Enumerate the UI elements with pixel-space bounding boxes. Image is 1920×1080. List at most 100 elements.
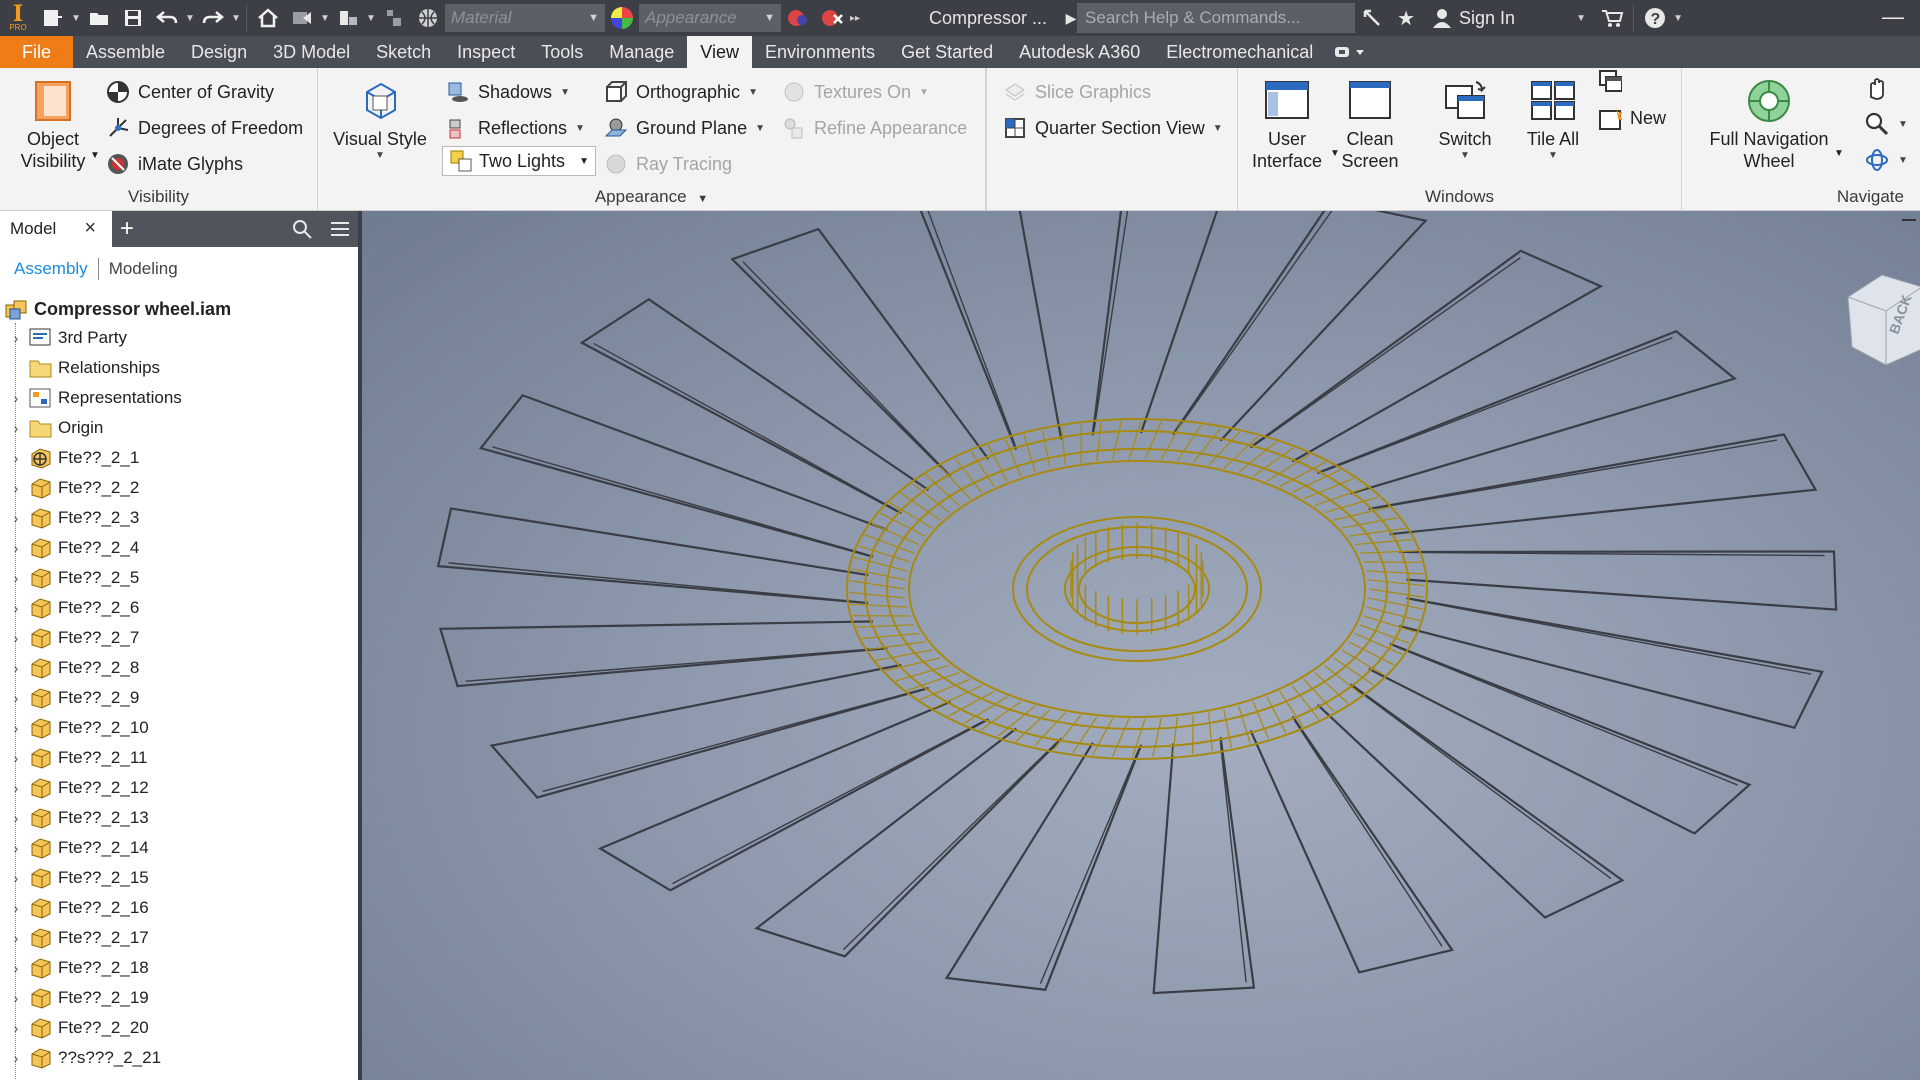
- tab-view[interactable]: View: [687, 36, 752, 68]
- expand-chevron-icon[interactable]: ›: [8, 510, 24, 526]
- help-search-input[interactable]: Search Help & Commands...: [1077, 3, 1356, 33]
- imate-glyphs-button[interactable]: iMate Glyphs: [106, 152, 243, 176]
- tab-autodesk-a360[interactable]: Autodesk A360: [1006, 36, 1153, 68]
- measure-dropdown[interactable]: ▼: [365, 2, 377, 34]
- tab-electromechanical[interactable]: Electromechanical: [1153, 36, 1326, 68]
- shadows-button[interactable]: Shadows ▼: [446, 80, 570, 104]
- new-file-dropdown[interactable]: ▼: [70, 2, 82, 34]
- visual-style-button[interactable]: Visual Style ▼: [332, 78, 428, 162]
- tree-item[interactable]: › Fte??_2_17: [0, 923, 358, 953]
- zoom-button[interactable]: ▼: [1864, 112, 1908, 136]
- degrees-of-freedom-button[interactable]: Degrees of Freedom: [106, 116, 303, 140]
- redo-dropdown[interactable]: ▼: [230, 2, 242, 34]
- orbit-button[interactable]: ▼: [1864, 148, 1908, 172]
- expand-chevron-icon[interactable]: ›: [8, 1020, 24, 1036]
- redo-icon[interactable]: [196, 2, 230, 34]
- ribbon-display-options-icon[interactable]: [1326, 36, 1376, 68]
- expand-chevron-icon[interactable]: ›: [8, 1050, 24, 1066]
- graphics-viewport[interactable]: BACK: [362, 211, 1920, 1080]
- tree-item[interactable]: › Fte??_2_16: [0, 893, 358, 923]
- modeling-view-link[interactable]: Modeling: [109, 259, 178, 279]
- panel-title-appearance[interactable]: Appearance ▼: [318, 187, 985, 207]
- close-icon[interactable]: ×: [84, 217, 96, 240]
- tree-item[interactable]: › Fte??_2_2: [0, 473, 358, 503]
- tree-item[interactable]: Relationships: [0, 353, 358, 383]
- appearance-combo[interactable]: Appearance ▼: [639, 4, 781, 32]
- expand-chevron-icon[interactable]: ›: [8, 750, 24, 766]
- save-icon[interactable]: [116, 2, 150, 34]
- chevron-down-icon[interactable]: ▼: [755, 123, 765, 134]
- tree-item[interactable]: › Fte??_2_10: [0, 713, 358, 743]
- tab-file[interactable]: File: [0, 36, 74, 68]
- clean-screen-button[interactable]: Clean Screen: [1338, 78, 1402, 172]
- object-visibility-button[interactable]: Object Visibility: [10, 78, 96, 172]
- app-logo[interactable]: I PRO: [0, 0, 36, 36]
- switch-button[interactable]: Switch ▼: [1428, 78, 1502, 162]
- viewport-minimize-icon[interactable]: [1902, 219, 1916, 221]
- object-visibility-dropdown[interactable]: ▼: [90, 150, 100, 161]
- expand-chevron-icon[interactable]: ›: [8, 600, 24, 616]
- tree-item[interactable]: › Fte??_2_9: [0, 683, 358, 713]
- tree-item[interactable]: › Fte??_2_3: [0, 503, 358, 533]
- expand-chevron-icon[interactable]: ›: [8, 630, 24, 646]
- expand-chevron-icon[interactable]: ›: [8, 870, 24, 886]
- expand-chevron-icon[interactable]: ›: [8, 780, 24, 796]
- expand-chevron-icon[interactable]: ›: [8, 960, 24, 976]
- chevron-down-icon[interactable]: ▼: [919, 87, 929, 98]
- tree-item[interactable]: › 3rd Party: [0, 323, 358, 353]
- expand-chevron-icon[interactable]: ›: [8, 390, 24, 406]
- undo-dropdown[interactable]: ▼: [184, 2, 196, 34]
- assembly-view-link[interactable]: Assembly: [14, 259, 88, 279]
- tree-root-assembly[interactable]: Compressor wheel.iam: [4, 295, 231, 323]
- open-file-icon[interactable]: [82, 2, 116, 34]
- clear-appearance-icon[interactable]: [815, 2, 849, 34]
- tree-item[interactable]: › Fte??_2_19: [0, 983, 358, 1013]
- chevron-down-icon[interactable]: ▼: [575, 123, 585, 134]
- new-file-icon[interactable]: [36, 2, 70, 34]
- add-browser-tab-icon[interactable]: +: [112, 210, 142, 247]
- select-filter-icon[interactable]: [377, 2, 411, 34]
- quarter-section-view-button[interactable]: Quarter Section View ▼: [1003, 116, 1223, 140]
- tab-get-started[interactable]: Get Started: [888, 36, 1006, 68]
- tab-tools[interactable]: Tools: [528, 36, 596, 68]
- update-dropdown[interactable]: ▼: [319, 2, 331, 34]
- browser-tab-model[interactable]: Model ×: [0, 210, 112, 247]
- expand-chevron-icon[interactable]: ›: [8, 840, 24, 856]
- tree-item[interactable]: › Fte??_2_20: [0, 1013, 358, 1043]
- ground-plane-button[interactable]: Ground Plane ▼: [604, 116, 765, 140]
- tree-item[interactable]: › Fte??_2_13: [0, 803, 358, 833]
- expand-chevron-icon[interactable]: ›: [8, 900, 24, 916]
- expand-chevron-icon[interactable]: ›: [8, 540, 24, 556]
- tile-all-button[interactable]: Tile All ▼: [1516, 78, 1590, 162]
- tab-inspect[interactable]: Inspect: [444, 36, 528, 68]
- tree-item[interactable]: › Fte??_2_1: [0, 443, 358, 473]
- tree-item[interactable]: › Fte??_2_4: [0, 533, 358, 563]
- tree-item[interactable]: › Fte??_2_11: [0, 743, 358, 773]
- arrange-windows-button[interactable]: [1598, 70, 1630, 94]
- tree-item[interactable]: › Origin: [0, 413, 358, 443]
- new-window-button[interactable]: New: [1598, 106, 1666, 130]
- chevron-down-icon[interactable]: ▼: [560, 87, 570, 98]
- qat-more-icon[interactable]: ▸▸: [849, 2, 861, 34]
- expand-chevron-icon[interactable]: ›: [8, 660, 24, 676]
- undo-icon[interactable]: [150, 2, 184, 34]
- minimize-icon[interactable]: —: [1882, 4, 1904, 30]
- search-icon[interactable]: [290, 217, 314, 241]
- full-navigation-wheel-button[interactable]: Full Navigation Wheel: [1694, 78, 1844, 172]
- tree-item[interactable]: › Fte??_2_12: [0, 773, 358, 803]
- tab-environments[interactable]: Environments: [752, 36, 888, 68]
- expand-chevron-icon[interactable]: ›: [8, 420, 24, 436]
- chevron-down-icon[interactable]: ▼: [748, 87, 758, 98]
- tree-item[interactable]: › Fte??_2_15: [0, 863, 358, 893]
- tree-item[interactable]: › Fte??_2_6: [0, 593, 358, 623]
- tree-item[interactable]: › Representations: [0, 383, 358, 413]
- tree-item[interactable]: › Fte??_2_7: [0, 623, 358, 653]
- expand-chevron-icon[interactable]: ›: [8, 480, 24, 496]
- expand-chevron-icon[interactable]: ›: [8, 690, 24, 706]
- tab-3d-model[interactable]: 3D Model: [260, 36, 363, 68]
- update-icon[interactable]: [285, 2, 319, 34]
- tree-item[interactable]: › Fte??_2_18: [0, 953, 358, 983]
- chevron-down-icon[interactable]: ▼: [1213, 123, 1223, 134]
- expand-chevron-icon[interactable]: ›: [8, 990, 24, 1006]
- tab-sketch[interactable]: Sketch: [363, 36, 444, 68]
